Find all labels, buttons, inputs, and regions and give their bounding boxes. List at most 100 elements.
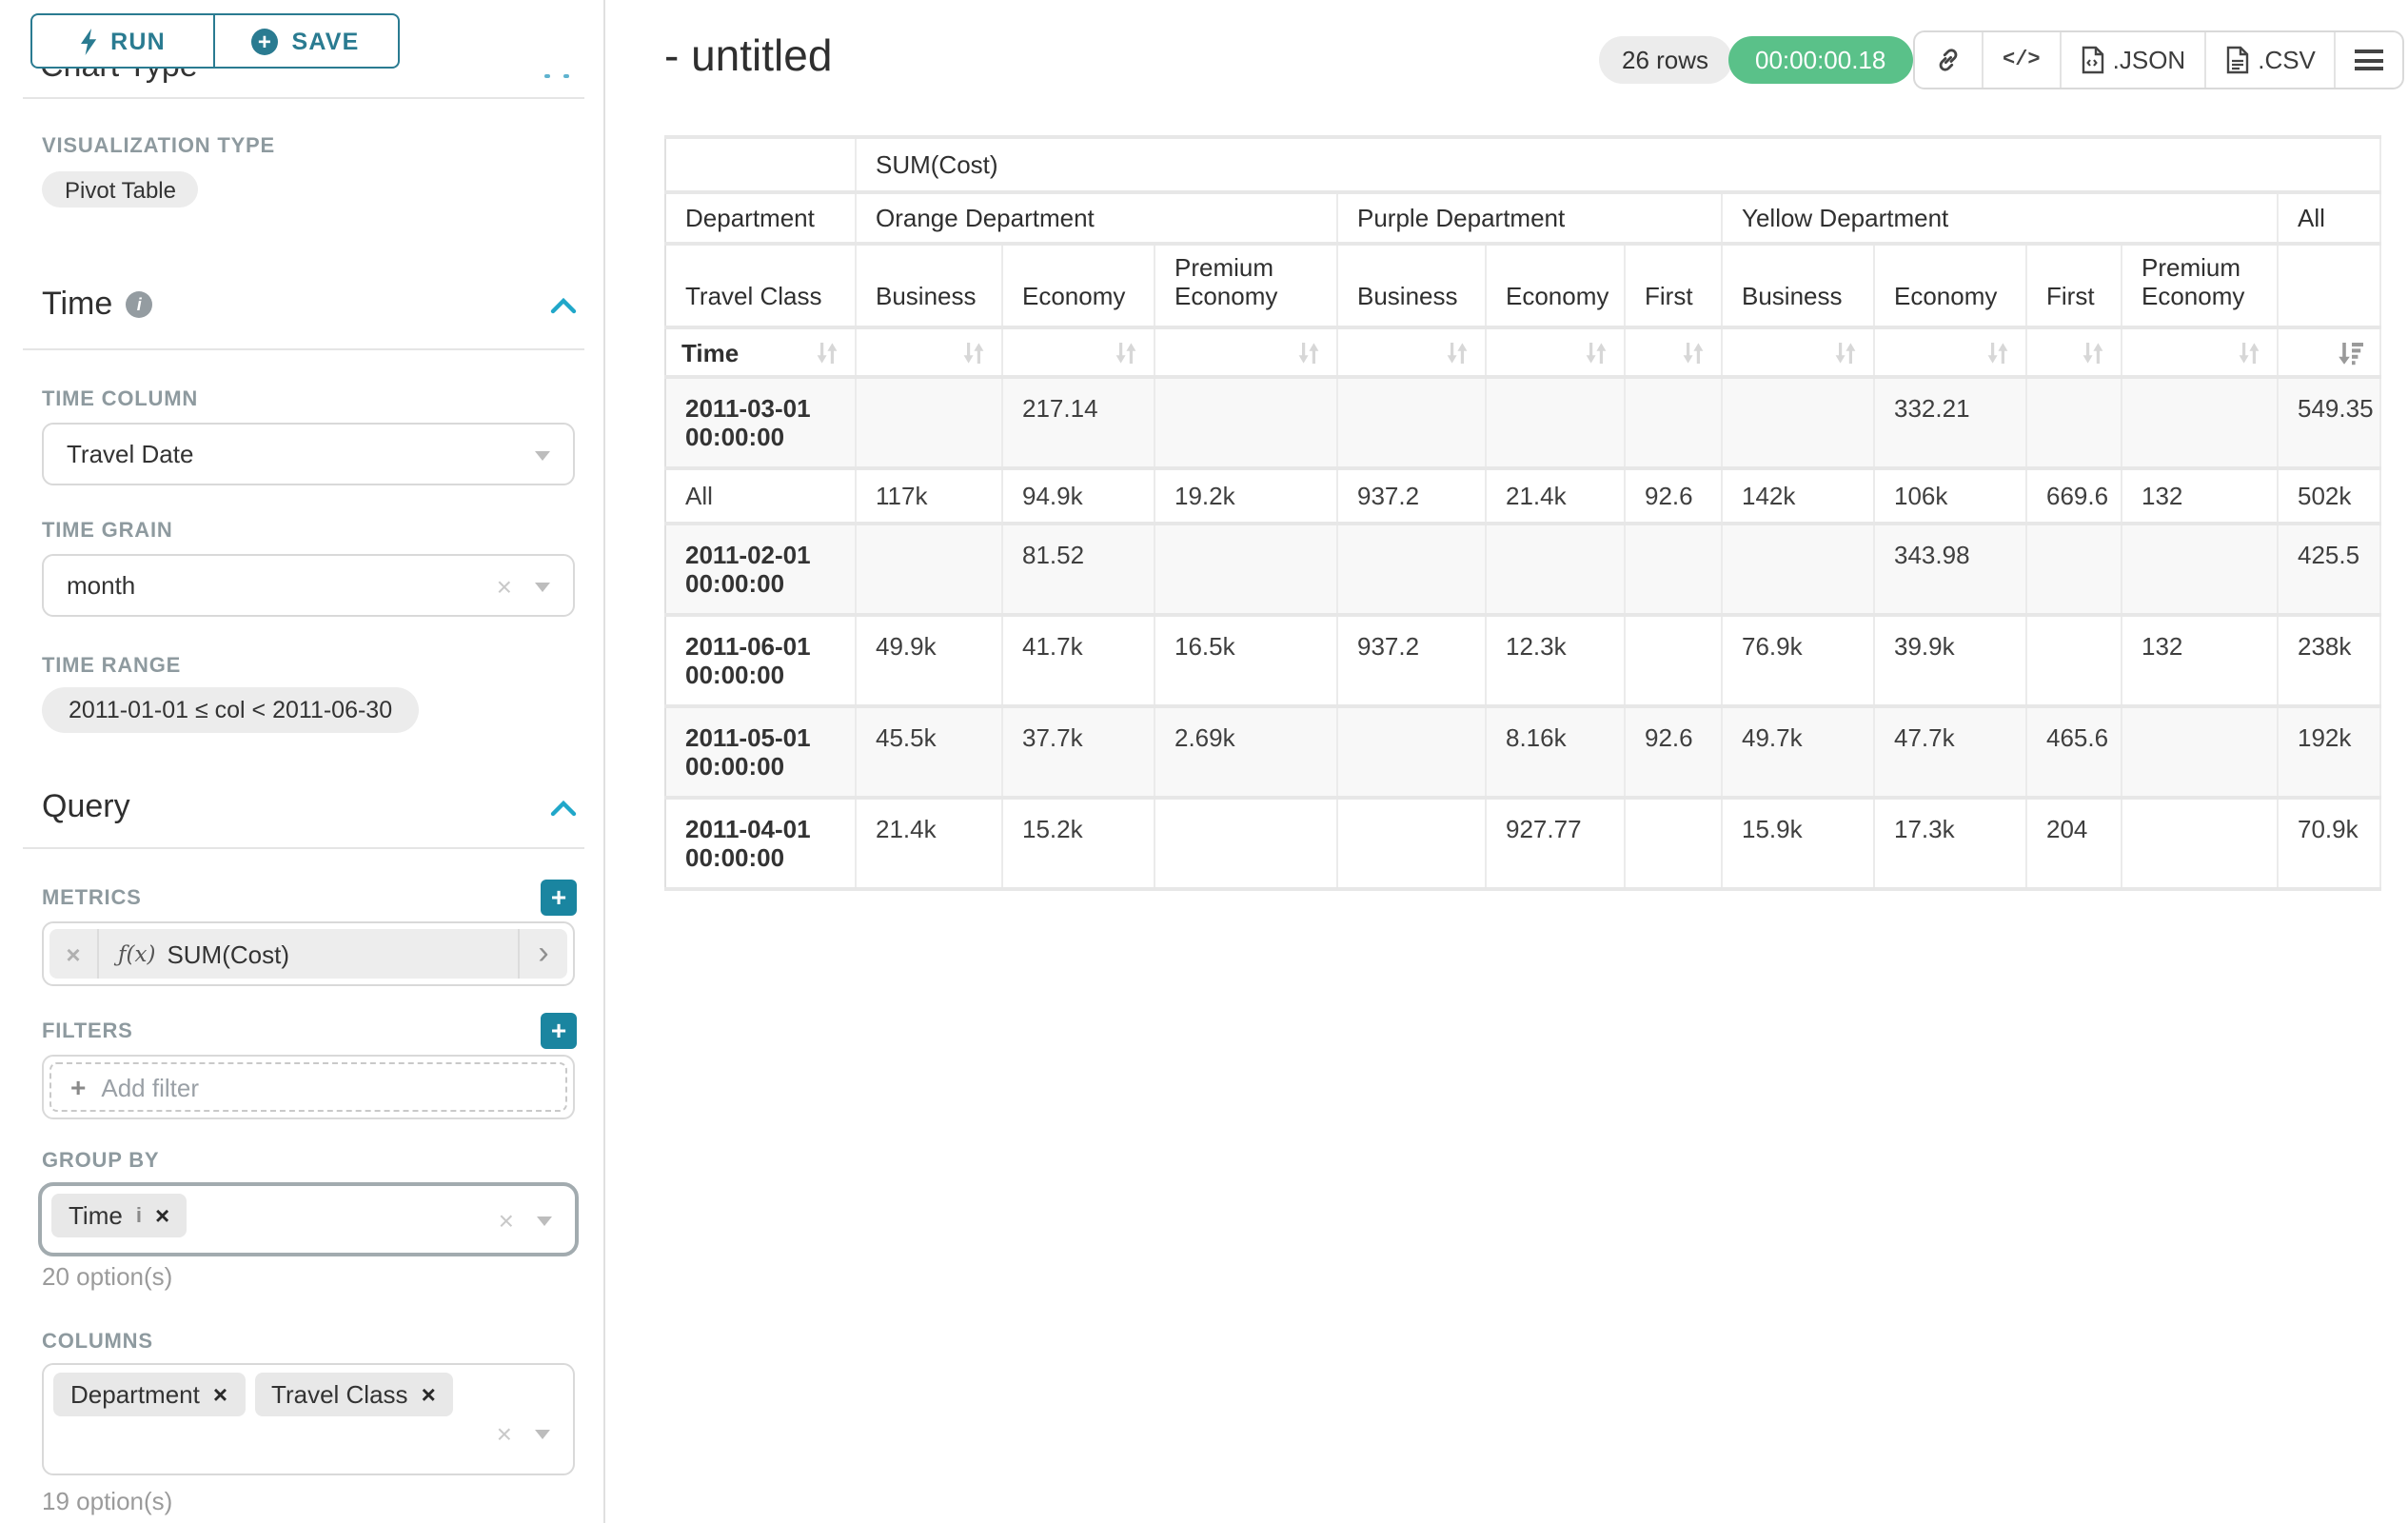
remove-tag-icon[interactable]: ×	[422, 1380, 436, 1409]
travel-class-header	[2278, 244, 2380, 327]
pivot-value-cell	[1337, 798, 1486, 889]
group-by-select[interactable]: Timei× ×	[38, 1182, 579, 1256]
function-icon: ƒ(x)	[118, 940, 155, 967]
sort-icon[interactable]	[961, 340, 986, 365]
sort-icon[interactable]	[815, 340, 839, 365]
columns-select[interactable]: Department×Travel Class× ×	[42, 1363, 575, 1475]
metric-pill[interactable]: × ƒ(x) SUM(Cost) ›	[49, 929, 567, 979]
sort-icon[interactable]	[2237, 340, 2261, 365]
filters-label-row: FILTERS +	[42, 1013, 577, 1049]
caret-down-icon	[537, 1216, 552, 1225]
sort-icon[interactable]	[1114, 340, 1138, 365]
department-header-row: DepartmentOrange DepartmentPurple Depart…	[665, 192, 2380, 244]
table-row: 2011-02-01 00:00:0081.52343.98425.5	[665, 524, 2380, 615]
remove-tag-icon[interactable]: ×	[155, 1201, 169, 1230]
metric-header-row: SUM(Cost)	[665, 137, 2380, 192]
pivot-corner-cell	[665, 137, 856, 192]
filters-label: FILTERS	[42, 1019, 133, 1042]
sort-icon[interactable]	[1296, 340, 1321, 365]
pivot-value-cell: 81.52	[1002, 524, 1155, 615]
query-section-header: Query	[42, 788, 577, 826]
pivot-value-cell: 132	[2122, 468, 2278, 524]
pivot-value-cell	[1486, 377, 1625, 468]
caret-down-icon	[535, 582, 550, 591]
sort-icon[interactable]	[1445, 340, 1470, 365]
group-by-options-note: 20 option(s)	[42, 1262, 172, 1291]
time-grain-label: TIME GRAIN	[42, 520, 173, 543]
time-grain-select[interactable]: month ×	[42, 554, 575, 617]
time-column-select[interactable]: Travel Date	[42, 423, 575, 485]
plus-circle-icon: +	[251, 28, 278, 54]
travel-class-header-row: Travel ClassBusinessEconomyPremium Econo…	[665, 244, 2380, 327]
clear-icon[interactable]: ×	[499, 1204, 514, 1235]
pivot-value-cell: 49.9k	[856, 615, 1002, 706]
save-button[interactable]: + SAVE	[212, 13, 399, 69]
pivot-value-cell	[1155, 798, 1337, 889]
clear-icon[interactable]: ×	[497, 570, 512, 601]
run-button-label: RUN	[110, 28, 166, 54]
tag-label: Department	[70, 1380, 200, 1409]
select-tag[interactable]: Department ×	[53, 1373, 245, 1416]
clipped-chevron-icon	[544, 74, 550, 78]
collapse-chevron-up-icon[interactable]	[550, 799, 577, 816]
metrics-container: × ƒ(x) SUM(Cost) ›	[42, 921, 575, 986]
pivot-value-cell	[2122, 524, 2278, 615]
travel-class-header: Business	[856, 244, 1002, 327]
pivot-value-cell: 204	[2026, 798, 2122, 889]
add-metric-button[interactable]: +	[541, 880, 577, 916]
export-json-button[interactable]: .JSON	[2062, 32, 2207, 88]
sort-cell	[1874, 327, 2026, 377]
export-csv-button[interactable]: .CSV	[2206, 32, 2337, 88]
sort-icon[interactable]	[1985, 340, 2010, 365]
row-label-cell: 2011-02-01 00:00:00	[665, 524, 856, 615]
remove-tag-icon[interactable]: ×	[213, 1380, 227, 1409]
select-tag[interactable]: Travel Class×	[254, 1373, 453, 1416]
metric-value: SUM(Cost)	[167, 940, 289, 968]
expand-metric-chevron-icon[interactable]: ›	[518, 929, 567, 979]
embed-code-button[interactable]: </>	[1984, 32, 2062, 88]
row-label-cell: 2011-04-01 00:00:00	[665, 798, 856, 889]
pivot-value-cell	[1155, 377, 1337, 468]
remove-metric-icon[interactable]: ×	[49, 929, 99, 979]
export-csv-label: .CSV	[2258, 46, 2316, 74]
department-group-header: Yellow Department	[1722, 192, 2278, 244]
add-filter-button[interactable]: +	[541, 1013, 577, 1049]
run-button[interactable]: RUN	[30, 13, 215, 69]
pivot-value-cell: 15.2k	[1002, 798, 1155, 889]
chart-title[interactable]: - untitled	[664, 30, 832, 82]
travel-class-header: Premium Economy	[1155, 244, 1337, 327]
sort-icon[interactable]	[1584, 340, 1609, 365]
pivot-value-cell	[1155, 524, 1337, 615]
clear-icon[interactable]: ×	[497, 1418, 512, 1449]
select-tag[interactable]: Timei×	[51, 1194, 187, 1237]
clipped-chevron-icon	[563, 74, 569, 78]
row-label-cell: 2011-03-01 00:00:00	[665, 377, 856, 468]
travel-class-header: Economy	[1874, 244, 2026, 327]
department-group-header: Purple Department	[1337, 192, 1722, 244]
add-filter-dropzone[interactable]: + Add filter	[49, 1062, 567, 1112]
pivot-value-cell: 39.9k	[1874, 615, 2026, 706]
pivot-value-cell: 19.2k	[1155, 468, 1337, 524]
sort-descending-icon[interactable]	[2338, 340, 2364, 365]
copy-link-button[interactable]	[1915, 32, 1984, 88]
sort-icon[interactable]	[1833, 340, 1858, 365]
viz-type-pill[interactable]: Pivot Table	[42, 171, 199, 208]
export-toolbar: </> .JSON .CSV	[1913, 30, 2405, 89]
sort-icon[interactable]	[2081, 340, 2105, 365]
sort-icon[interactable]	[1681, 340, 1706, 365]
sort-cell	[1722, 327, 1874, 377]
sort-cell	[1486, 327, 1625, 377]
pivot-value-cell: 45.5k	[856, 706, 1002, 798]
pivot-value-cell: 94.9k	[1002, 468, 1155, 524]
pivot-value-cell: 132	[2122, 615, 2278, 706]
pivot-value-cell	[1486, 524, 1625, 615]
more-menu-button[interactable]	[2337, 32, 2403, 88]
filters-container: + Add filter	[42, 1055, 575, 1119]
time-range-pill[interactable]: 2011-01-01 ≤ col < 2011-06-30	[42, 687, 419, 733]
sort-cell	[1002, 327, 1155, 377]
pivot-value-cell: 8.16k	[1486, 706, 1625, 798]
collapse-chevron-up-icon[interactable]	[550, 296, 577, 313]
section-divider	[23, 348, 584, 350]
tag-label: Time	[69, 1201, 123, 1230]
pivot-value-cell: 16.5k	[1155, 615, 1337, 706]
